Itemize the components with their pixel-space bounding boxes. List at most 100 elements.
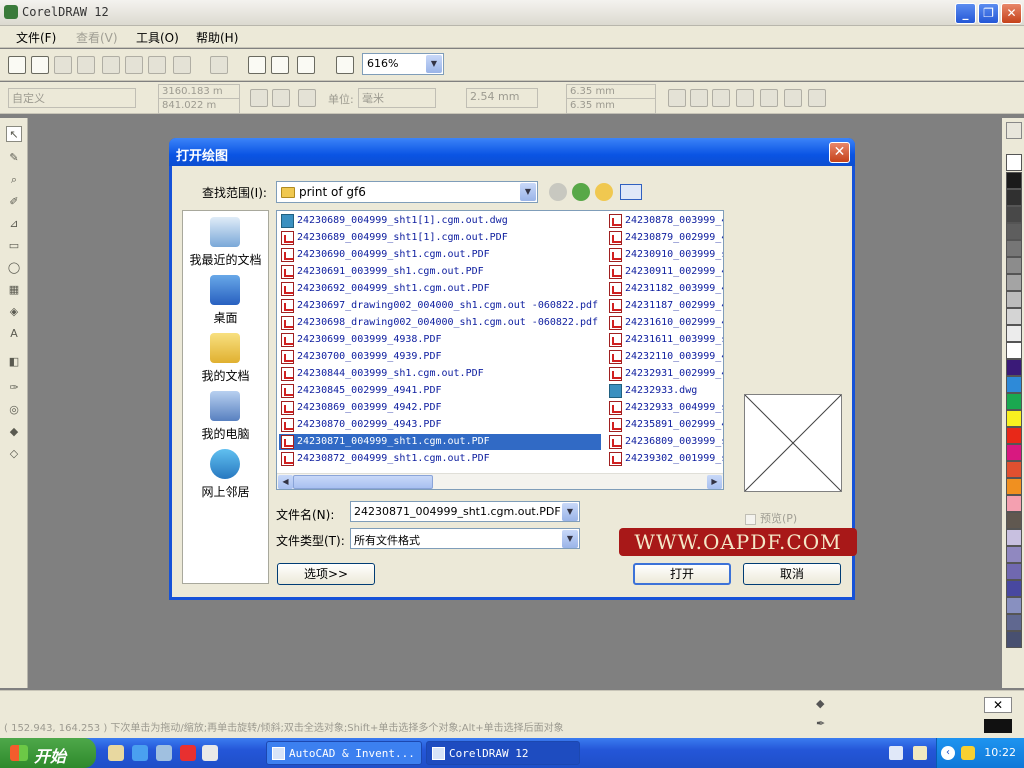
show-desktop-icon[interactable] — [202, 745, 218, 761]
file-item[interactable]: 24230910_003999_s — [607, 247, 723, 263]
snap-objects-icon[interactable] — [736, 89, 754, 107]
task-autocad[interactable]: AutoCAD & Invent... — [266, 741, 422, 765]
welcome-icon[interactable] — [336, 56, 354, 74]
menu-file[interactable]: 文件(F) — [16, 29, 56, 46]
rectangle-tool-icon[interactable]: ▭ — [6, 238, 22, 254]
file-item[interactable]: 24230697_drawing002_004000_sh1.cgm.out -… — [279, 298, 601, 314]
file-item[interactable]: 24230691_003999_sh1.cgm.out.PDF — [279, 264, 601, 280]
landscape-icon[interactable] — [272, 89, 290, 107]
new-folder-icon[interactable] — [595, 183, 613, 201]
start-button[interactable]: 开始 — [0, 738, 96, 768]
basic-shapes-icon[interactable]: ◈ — [6, 304, 22, 320]
quicklaunch-icon[interactable] — [180, 745, 196, 761]
color-swatch[interactable] — [1006, 342, 1022, 359]
menu-view[interactable]: 查看(V) — [76, 29, 118, 46]
cut-icon[interactable] — [102, 56, 120, 74]
file-item[interactable]: 24230689_004999_sht1[1].cgm.out.PDF — [279, 230, 601, 246]
up-folder-icon[interactable] — [572, 183, 590, 201]
file-item[interactable]: 24232931_002999_4 — [607, 366, 723, 382]
place-recent[interactable]: 我最近的文档 — [183, 213, 268, 271]
color-swatch[interactable] — [1006, 376, 1022, 393]
options-button[interactable]: 选项>> — [277, 563, 375, 585]
smart-fill-icon[interactable]: ⊿ — [6, 216, 22, 232]
color-swatch[interactable] — [1006, 308, 1022, 325]
file-item[interactable]: 24231187_002999_4 — [607, 298, 723, 314]
print-icon[interactable] — [77, 56, 95, 74]
file-item[interactable]: 24230878_003999_4 — [607, 213, 723, 229]
eyedropper-tool-icon[interactable]: ✑ — [6, 380, 22, 396]
grid-icon[interactable] — [690, 89, 708, 107]
unit-select[interactable]: 毫米 — [358, 88, 436, 108]
redo-icon[interactable] — [210, 56, 228, 74]
task-coreldraw[interactable]: CorelDRAW 12 — [426, 741, 580, 765]
keyboard-icon[interactable] — [889, 746, 903, 760]
minimize-button[interactable]: _ — [955, 3, 976, 24]
portrait-icon[interactable] — [250, 89, 268, 107]
color-swatch[interactable] — [1006, 223, 1022, 240]
pen-icon[interactable] — [913, 746, 927, 760]
place-my-documents[interactable]: 我的文档 — [183, 329, 268, 387]
lock-icon[interactable] — [961, 746, 975, 760]
file-item[interactable]: 24230872_004999_sht1.cgm.out.PDF — [279, 451, 601, 467]
fill-bucket-icon[interactable]: ◆ — [816, 697, 830, 711]
chevron-left-icon[interactable]: ‹ — [941, 746, 955, 760]
interactive-fill-icon[interactable]: ◇ — [6, 446, 22, 462]
file-item[interactable]: 24230871_004999_sht1.cgm.out.PDF — [279, 434, 601, 450]
color-swatch[interactable] — [1006, 444, 1022, 461]
duplicate-y-field[interactable]: 6.35 mm — [566, 98, 656, 114]
file-item[interactable]: 24231611_003999_s — [607, 332, 723, 348]
menu-tools[interactable]: 工具(O) — [136, 29, 179, 46]
view-menu-icon[interactable] — [620, 184, 642, 200]
preview-checkbox[interactable]: 预览(P) — [745, 510, 797, 526]
graph-paper-tool-icon[interactable]: ▦ — [6, 282, 22, 298]
file-item[interactable]: 24235891_002999_4 — [607, 417, 723, 433]
file-item[interactable]: 24231182_003999_4 — [607, 281, 723, 297]
color-swatch[interactable] — [1006, 580, 1022, 597]
color-swatch[interactable] — [1006, 529, 1022, 546]
restore-button[interactable]: ❐ — [978, 3, 999, 24]
pen-outline-icon[interactable]: ✒ — [816, 717, 830, 731]
save-icon[interactable] — [54, 56, 72, 74]
color-swatch[interactable] — [1006, 393, 1022, 410]
file-item[interactable]: 24231610_002999_4 — [607, 315, 723, 331]
file-item[interactable]: 24239302_001999_s — [607, 451, 723, 467]
color-swatch[interactable] — [1006, 189, 1022, 206]
cancel-button[interactable]: 取消 — [743, 563, 841, 585]
file-item[interactable]: 24230690_004999_sht1.cgm.out.PDF — [279, 247, 601, 263]
file-item[interactable]: 24230698_drawing002_004000_sh1.cgm.out -… — [279, 315, 601, 331]
ie-icon[interactable] — [132, 745, 148, 761]
color-swatch[interactable] — [1006, 172, 1022, 189]
ellipse-tool-icon[interactable]: ◯ — [6, 260, 22, 276]
file-item[interactable]: 24230689_004999_sht1[1].cgm.out.dwg — [279, 213, 601, 229]
color-swatch[interactable] — [1006, 257, 1022, 274]
color-swatch[interactable] — [1006, 614, 1022, 631]
scroll-right-icon[interactable]: ▶ — [707, 475, 722, 489]
file-item[interactable]: 24230692_004999_sht1.cgm.out.PDF — [279, 281, 601, 297]
open-icon[interactable] — [31, 56, 49, 74]
file-item[interactable]: 24230869_003999_4942.PDF — [279, 400, 601, 416]
file-item[interactable]: 24232933.dwg — [607, 383, 723, 399]
file-item[interactable]: 24230870_002999_4943.PDF — [279, 417, 601, 433]
zoom-tool-icon[interactable]: ⌕ — [6, 172, 22, 188]
color-swatch[interactable] — [1006, 495, 1022, 512]
color-swatch[interactable] — [1006, 410, 1022, 427]
horizontal-scrollbar[interactable]: ◀ ▶ — [277, 473, 723, 489]
back-icon[interactable] — [549, 183, 567, 201]
lookin-select[interactable]: print of gf6 ▼ — [276, 181, 538, 203]
dynamic-guides-icon[interactable] — [784, 89, 802, 107]
file-list[interactable]: 24230689_004999_sht1[1].cgm.out.dwg 24230… — [276, 210, 724, 490]
color-swatch[interactable] — [1006, 427, 1022, 444]
palette-menu-icon[interactable] — [1006, 122, 1022, 139]
treat-as-filled-icon[interactable] — [808, 89, 826, 107]
filename-input[interactable]: 24230871_004999_sht1.cgm.out.PDF ▼ — [350, 501, 580, 522]
dialog-close-button[interactable]: ✕ — [829, 142, 850, 163]
pick-tool-icon[interactable]: ↖ — [6, 126, 22, 142]
place-my-computer[interactable]: 我的电脑 — [183, 387, 268, 445]
file-item[interactable]: 24230911_002999_4 — [607, 264, 723, 280]
paper-preset-select[interactable]: 自定义 — [8, 88, 136, 108]
color-swatch[interactable] — [1006, 206, 1022, 223]
page-height-field[interactable]: 841.022 m — [158, 98, 240, 114]
color-swatch[interactable] — [1006, 274, 1022, 291]
new-icon[interactable] — [8, 56, 26, 74]
text-tool-icon[interactable]: A — [6, 326, 22, 342]
